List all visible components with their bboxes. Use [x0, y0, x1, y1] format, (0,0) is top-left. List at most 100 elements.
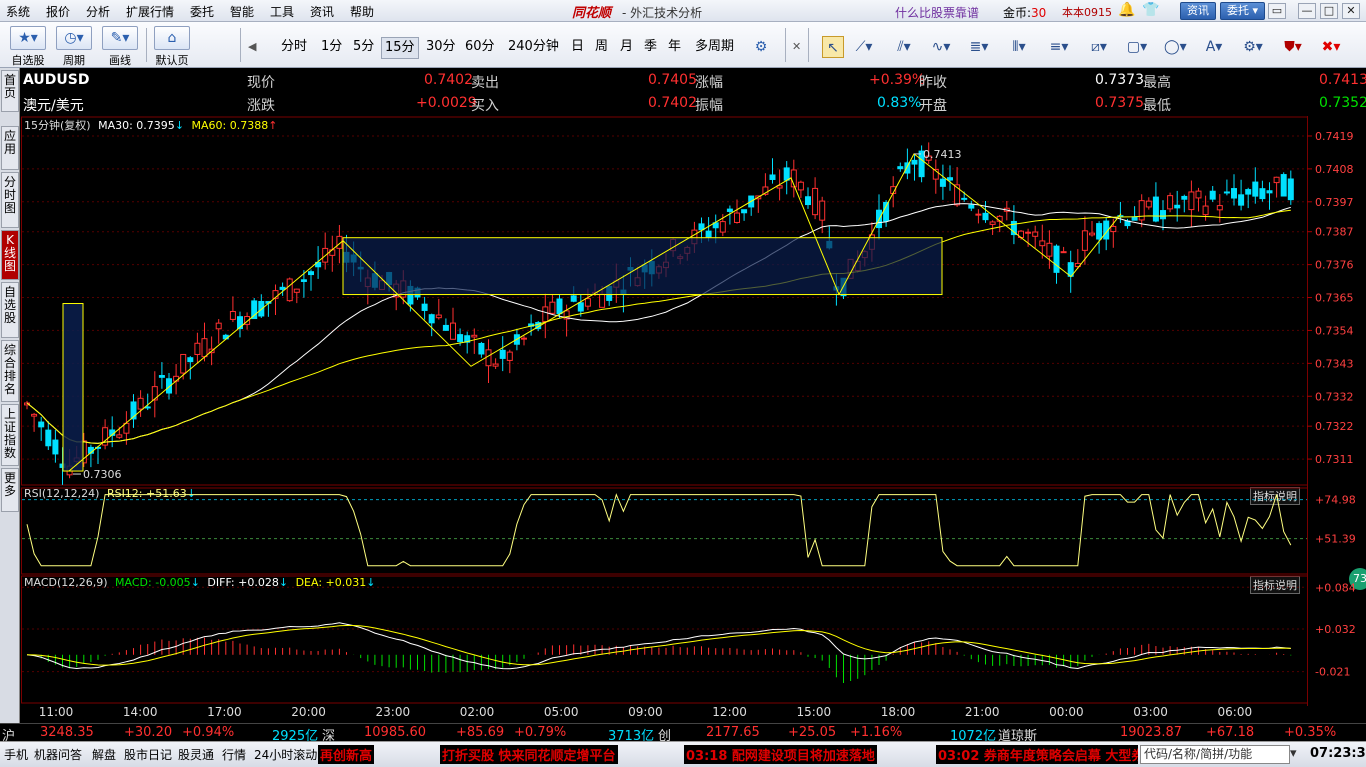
high-label: 0.7413: [923, 148, 962, 161]
collapse-left-icon[interactable]: ◀: [248, 40, 256, 53]
price-tick-label: 0.7419: [1315, 130, 1354, 143]
candlestick: [144, 406, 151, 409]
wave-icon[interactable]: ∿▾: [930, 36, 952, 58]
rectangle-icon[interactable]: ▢▾: [1126, 36, 1148, 58]
candlestick: [1238, 194, 1245, 206]
settings-icon[interactable]: ⚙▾: [1242, 36, 1264, 58]
period-5min[interactable]: 5分: [350, 37, 377, 59]
tab-more[interactable]: 更多: [1, 468, 19, 512]
grid-lines-icon[interactable]: ≡▾: [1048, 36, 1070, 58]
period-year[interactable]: 年: [665, 37, 684, 59]
period-30min[interactable]: 30分: [423, 37, 459, 59]
candlestick: [1039, 240, 1046, 247]
status-market-commentary[interactable]: 解盘: [92, 746, 116, 763]
menu-quote[interactable]: 报价: [46, 3, 70, 20]
restore-window-button[interactable]: ▭: [1268, 3, 1286, 19]
delete-drawings-icon[interactable]: ✖▾: [1320, 36, 1342, 58]
period-1min[interactable]: 1分: [318, 37, 345, 59]
shirt-icon[interactable]: 👕: [1142, 2, 1159, 18]
status-stock-tip[interactable]: 股灵通: [178, 746, 214, 763]
menu-smart[interactable]: 智能: [230, 3, 254, 20]
tab-apps[interactable]: 应用: [1, 126, 19, 170]
candlestick: [1195, 190, 1202, 199]
quote-label: 涨幅: [695, 75, 723, 91]
candlestick: [1060, 251, 1067, 254]
status-robot-qa[interactable]: 机器问答: [34, 746, 82, 763]
news-ticker[interactable]: 再创新高: [318, 745, 375, 764]
news-ticker[interactable]: 03:02 券商年度策略会启幕 大型券: [936, 745, 1138, 764]
menu-tools[interactable]: 工具: [270, 3, 294, 20]
line-segment-icon[interactable]: ⟋▾: [853, 36, 875, 58]
period-60min[interactable]: 60分: [462, 37, 498, 59]
cursor-select-icon[interactable]: ↖: [822, 36, 844, 58]
period-quarter[interactable]: 季: [641, 37, 660, 59]
maximize-button[interactable]: □: [1320, 3, 1338, 19]
candlestick: [1216, 205, 1223, 211]
candlestick: [52, 439, 59, 455]
candlestick: [939, 178, 946, 187]
period-day[interactable]: 日: [568, 37, 587, 59]
period-week[interactable]: 周: [592, 37, 611, 59]
candlestick: [485, 349, 492, 367]
period-button[interactable]: ◷▾ 周期: [52, 24, 96, 67]
menu-help[interactable]: 帮助: [350, 3, 374, 20]
status-24h-rolling[interactable]: 24小时滚动: [254, 746, 317, 763]
channel-icon[interactable]: ⧄▾: [1088, 36, 1110, 58]
tab-sh-index[interactable]: 上证指数: [1, 404, 19, 466]
close-button[interactable]: ✕: [1342, 3, 1360, 19]
tab-timeshare[interactable]: 分时图: [1, 172, 19, 228]
tab-watchlist[interactable]: 自选股: [1, 282, 19, 338]
parallel-lines-icon[interactable]: ⫽▾: [893, 36, 915, 58]
candlestick: [194, 342, 201, 355]
text-tool-icon[interactable]: A▾: [1203, 36, 1225, 58]
fibonacci-icon[interactable]: ≣▾: [968, 36, 990, 58]
candlestick: [506, 351, 513, 361]
quote-value-high: 0.7413: [1319, 72, 1366, 88]
trade-button[interactable]: 委托 ▾: [1220, 2, 1266, 20]
kline-chart[interactable]: 0.7419 0.7408 0.7397 0.7387 0.7376 0.7365 0.73…: [21, 116, 1366, 706]
search-dropdown-icon[interactable]: ▾: [1290, 746, 1297, 761]
candlestick: [975, 213, 982, 216]
gear-icon[interactable]: ⚙: [750, 36, 772, 58]
ad-link[interactable]: 什么比股票靠谱: [895, 4, 979, 21]
candlestick: [471, 334, 478, 338]
default-page-button[interactable]: ⌂ 默认页: [150, 24, 194, 67]
period-240min[interactable]: 240分钟: [505, 37, 562, 59]
collapse-right-icon[interactable]: ✕: [792, 40, 801, 53]
status-diary[interactable]: 股市日记: [124, 746, 172, 763]
status-mobile[interactable]: 手机: [4, 746, 28, 763]
clock-icon: ◷▾: [56, 26, 92, 50]
tab-home[interactable]: 首页: [1, 70, 19, 112]
candlestick: [421, 303, 428, 311]
candlestick: [1280, 174, 1287, 197]
news-ticker[interactable]: 打折买股 快来同花顺定增平台: [440, 745, 618, 764]
menu-system[interactable]: 系统: [6, 3, 30, 20]
period-month[interactable]: 月: [617, 37, 636, 59]
candlestick: [1160, 210, 1166, 220]
menu-trade[interactable]: 委托: [190, 3, 214, 20]
bookmark-icon[interactable]: ⛊▾: [1282, 36, 1304, 58]
watchlist-button[interactable]: ★▾ 自选股: [6, 24, 50, 67]
menu-analysis[interactable]: 分析: [86, 3, 110, 20]
candlestick: [1252, 181, 1259, 197]
period-timeshare[interactable]: 分时: [278, 37, 310, 59]
gann-lines-icon[interactable]: ⦀▾: [1008, 36, 1030, 58]
period-multi[interactable]: 多周期: [692, 37, 737, 59]
status-market[interactable]: 行情: [222, 746, 246, 763]
draw-line-button[interactable]: ✎▾ 画线: [98, 24, 142, 67]
tab-kline[interactable]: K线图: [1, 230, 19, 280]
bell-icon[interactable]: 🔔: [1118, 2, 1135, 18]
quote-label: 开盘: [919, 98, 947, 114]
news-ticker[interactable]: 03:18 配网建设项目将加速落地: [684, 745, 877, 764]
minimize-button[interactable]: —: [1298, 3, 1316, 19]
tab-ranking[interactable]: 综合排名: [1, 340, 19, 402]
ellipse-icon[interactable]: ◯▾: [1164, 36, 1187, 58]
search-input[interactable]: 代码/名称/简拼/功能: [1140, 745, 1290, 764]
time-tick-label: 17:00: [207, 705, 242, 719]
period-15min[interactable]: 15分: [381, 37, 419, 59]
menu-news[interactable]: 资讯: [310, 3, 334, 20]
candlestick: [911, 159, 918, 165]
menu-extended-market[interactable]: 扩展行情: [126, 3, 174, 20]
candlestick: [698, 223, 705, 231]
news-button[interactable]: 资讯: [1180, 2, 1216, 20]
